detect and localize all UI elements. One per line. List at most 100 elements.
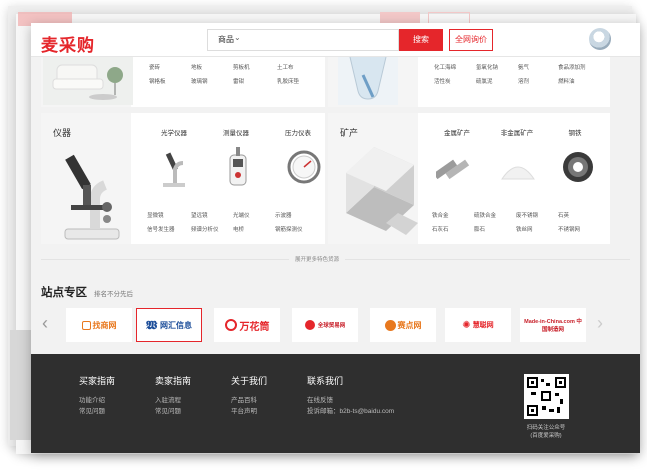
category-link[interactable]: 示波器 bbox=[275, 211, 292, 219]
footer-link[interactable]: 平台声明 bbox=[231, 405, 257, 415]
chevron-left-icon[interactable]: ‹ bbox=[42, 313, 48, 334]
category-link[interactable]: 钢格板 bbox=[149, 77, 166, 85]
category-link[interactable]: 溶剂 bbox=[518, 77, 529, 85]
measuring-instrument-icon[interactable] bbox=[227, 147, 249, 189]
category-link[interactable]: 乳胶床垫 bbox=[277, 77, 299, 85]
category-link[interactable]: 电桥 bbox=[233, 225, 244, 233]
category-link[interactable]: 硫铁合金 bbox=[474, 211, 496, 219]
main-window: 麦采购 商品 ⌄ 搜索 全网询价 瓷砖 地板 剪板机 土工布 钢格板 玻璃钢 雷… bbox=[31, 23, 640, 453]
subcategory-label[interactable]: 压力仪表 bbox=[273, 127, 323, 137]
section-title: 站点专区 bbox=[41, 287, 87, 299]
site-logo-wanghui[interactable]: 𝖂 网汇信息 bbox=[136, 308, 202, 342]
category-link[interactable]: 铁丝网 bbox=[516, 225, 533, 233]
footer-heading: 关于我们 bbox=[231, 376, 268, 386]
category-link[interactable]: 频谱分析仪 bbox=[191, 225, 219, 233]
site-logo-global-trade[interactable]: 全球贸易网 bbox=[292, 308, 358, 342]
category-card-mineral: 矿产 金属矿产 非金属矿产 钢铁 铁合金 硫铁合金 废不锈钢 石英 石灰石 膨石… bbox=[328, 113, 610, 244]
category-link[interactable]: 不锈钢网 bbox=[558, 225, 580, 233]
metal-ore-icon[interactable] bbox=[436, 153, 476, 183]
steel-coil-icon[interactable] bbox=[560, 149, 596, 185]
section-subtitle: 排名不分先后 bbox=[94, 291, 133, 298]
pressure-gauge-icon[interactable] bbox=[286, 149, 322, 185]
category-link[interactable]: 铁合金 bbox=[432, 211, 449, 219]
category-link[interactable]: 活性炭 bbox=[434, 77, 451, 85]
flask-image bbox=[338, 57, 398, 105]
category-link[interactable]: 信号发生器 bbox=[147, 225, 175, 233]
silver-bar-image bbox=[346, 147, 418, 235]
avatar[interactable] bbox=[589, 28, 611, 50]
footer-link[interactable]: 功能介绍 bbox=[79, 394, 105, 404]
footer-heading: 联系我们 bbox=[307, 376, 344, 386]
category-link[interactable]: 雷钳 bbox=[233, 77, 244, 85]
site-logo-huicong[interactable]: ✺ 慧聪网 bbox=[445, 308, 511, 342]
site-logo-wanhuatong[interactable]: 万花筒 bbox=[214, 308, 280, 342]
site-logo-made-in-china[interactable]: Made-in-China.com 中国制造网 bbox=[520, 308, 586, 342]
category-image bbox=[41, 57, 133, 107]
category-link[interactable]: 燃料油 bbox=[558, 77, 575, 85]
category-link[interactable]: 望远镜 bbox=[191, 211, 208, 219]
subcategory-label[interactable]: 光学仪器 bbox=[149, 127, 199, 137]
qr-code-icon bbox=[527, 377, 566, 416]
saidian-logo-icon bbox=[384, 319, 396, 331]
category-link[interactable]: 硫氯泥 bbox=[476, 77, 493, 85]
category-link[interactable]: 显微镜 bbox=[147, 211, 164, 219]
wanhuatong-logo-icon bbox=[224, 319, 237, 331]
category-link[interactable]: 氨气 bbox=[518, 63, 529, 71]
category-link[interactable]: 废不锈钢 bbox=[516, 211, 538, 219]
footer-link[interactable]: 在线反馈 bbox=[307, 394, 333, 404]
category-card-home: 瓷砖 地板 剪板机 土工布 钢格板 玻璃钢 雷钳 乳胶床垫 bbox=[41, 57, 325, 107]
footer-link[interactable]: 常见问题 bbox=[79, 405, 105, 415]
subcategory-label[interactable]: 钢铁 bbox=[550, 127, 600, 137]
search-bar[interactable]: 商品 ⌄ bbox=[207, 29, 399, 51]
category-link[interactable]: 石灰石 bbox=[432, 225, 449, 233]
category-card-chemical: 化工海绵 氢氧化钠 氨气 食品添加剂 活性炭 硫氯泥 溶剂 燃料油 bbox=[328, 57, 610, 107]
qr-caption: 扫码关注公众号 (百度爱采购) bbox=[526, 425, 566, 439]
footer-link[interactable]: 产品百科 bbox=[231, 394, 257, 404]
category-link[interactable]: 食品添加剂 bbox=[558, 63, 586, 71]
footer-heading: 卖家指南 bbox=[155, 376, 192, 386]
category-link[interactable]: 地板 bbox=[191, 63, 202, 71]
microscope-image bbox=[64, 154, 120, 240]
category-link[interactable]: 玻璃钢 bbox=[191, 77, 208, 85]
footer-link[interactable]: 投诉邮箱：b2b-ts@baidu.com bbox=[307, 405, 394, 415]
site-logo[interactable]: 麦采购 bbox=[41, 31, 95, 56]
footer-link[interactable]: 入驻流程 bbox=[155, 394, 181, 404]
category-title[interactable]: 矿产 bbox=[340, 126, 358, 139]
search-button[interactable]: 搜索 bbox=[399, 29, 443, 51]
footer-heading: 买家指南 bbox=[79, 376, 116, 386]
category-link[interactable]: 钢筋探测仪 bbox=[275, 225, 303, 233]
subcategory-label[interactable]: 测量仪器 bbox=[211, 127, 261, 137]
category-link[interactable]: 石英 bbox=[558, 211, 569, 219]
category-link[interactable]: 光端仪 bbox=[233, 211, 250, 219]
category-title[interactable]: 仪器 bbox=[53, 126, 71, 139]
category-image bbox=[328, 57, 418, 107]
category-link[interactable]: 剪板机 bbox=[233, 63, 250, 71]
search-category-select[interactable]: 商品 bbox=[218, 34, 234, 45]
price-inquiry-button[interactable]: 全网询价 bbox=[449, 29, 493, 51]
subcategory-label[interactable]: 非金属矿产 bbox=[492, 127, 542, 137]
optical-instrument-icon[interactable] bbox=[159, 149, 189, 189]
site-logo-saidian[interactable]: 赛点网 bbox=[370, 308, 436, 342]
chevron-right-icon[interactable]: › bbox=[597, 313, 603, 334]
category-link[interactable]: 土工布 bbox=[277, 63, 294, 71]
chevron-down-icon[interactable]: ⌄ bbox=[234, 33, 241, 42]
category-image: 仪器 bbox=[41, 113, 131, 244]
wanghui-logo-icon: 𝖂 bbox=[145, 317, 158, 332]
zhaoshang-logo-icon bbox=[81, 320, 91, 330]
footer-link[interactable]: 常见问题 bbox=[155, 405, 181, 415]
category-link[interactable]: 氢氧化钠 bbox=[476, 63, 498, 71]
nonmetal-ore-icon[interactable] bbox=[498, 153, 538, 183]
category-link[interactable]: 膨石 bbox=[474, 225, 485, 233]
expand-more-link[interactable]: 展开更多特色货源 bbox=[289, 255, 346, 263]
qr-code bbox=[524, 374, 569, 419]
footer: 买家指南 功能介绍 常见问题 卖家指南 入驻流程 常见问题 关于我们 产品百科 … bbox=[31, 354, 640, 453]
header: 麦采购 商品 ⌄ 搜索 全网询价 bbox=[31, 23, 640, 57]
subcategory-label[interactable]: 金属矿产 bbox=[432, 127, 482, 137]
category-link[interactable]: 瓷砖 bbox=[149, 63, 160, 71]
global-trade-logo-icon bbox=[304, 320, 315, 330]
site-logo-zhaoshang[interactable]: 找商网 bbox=[66, 308, 132, 342]
category-link[interactable]: 化工海绵 bbox=[434, 63, 456, 71]
category-image: 矿产 bbox=[328, 113, 418, 244]
huicong-logo-icon: ✺ bbox=[462, 319, 471, 331]
category-card-instrument: 仪器 光学仪器 测量仪器 压力仪表 显微镜 望远镜 光端仪 示波器 信号发生器 … bbox=[41, 113, 325, 244]
